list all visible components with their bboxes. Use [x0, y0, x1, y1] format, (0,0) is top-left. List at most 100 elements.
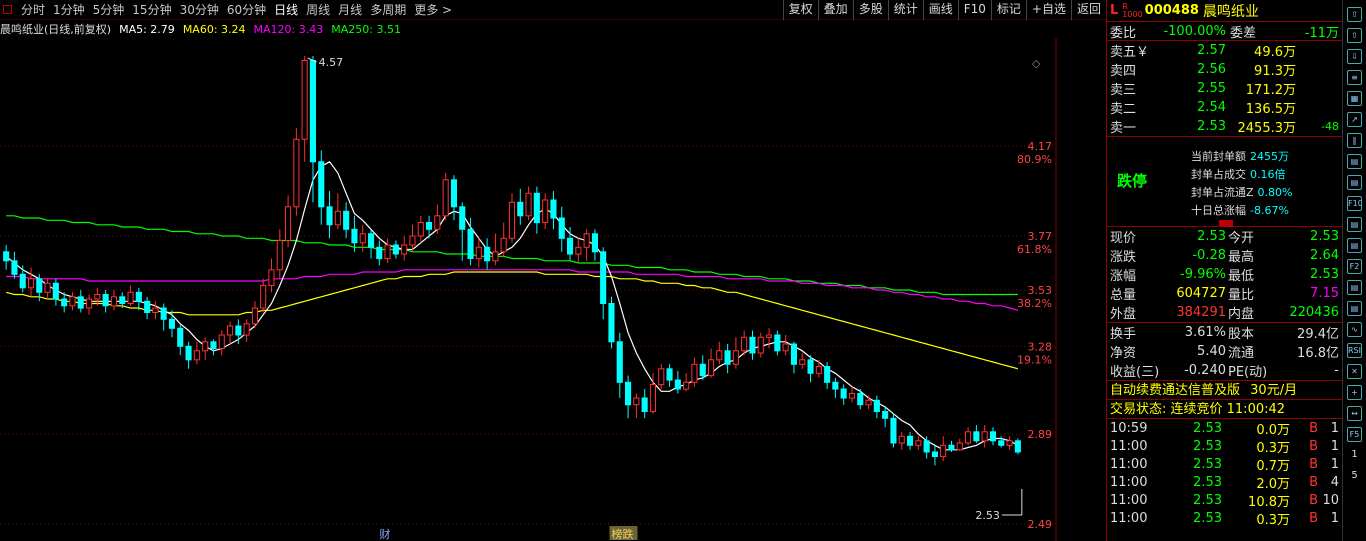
period-tab[interactable]: 分时	[17, 1, 49, 18]
candle-up	[782, 343, 789, 352]
doc-icon[interactable]: ▤	[1347, 280, 1362, 295]
candle-up	[276, 240, 283, 271]
candle-up	[981, 431, 988, 442]
tool-button[interactable]: 画线	[922, 0, 958, 20]
tick-count: 1	[1330, 456, 1339, 472]
period-tab[interactable]: 周线	[302, 1, 334, 18]
candle-up	[268, 269, 275, 287]
period-tab[interactable]: 30分钟	[176, 1, 223, 18]
candle-down	[567, 237, 574, 255]
candle-up	[500, 237, 507, 253]
f10-icon[interactable]: F10	[1347, 196, 1362, 211]
ask-price[interactable]: 2.55	[1170, 81, 1226, 96]
tool-button[interactable]: 多股	[852, 0, 888, 20]
price-stats: 现价 2.53 今开 2.53 涨跌 -0.28 最高 2.64 涨幅 -9.96% 最低 2.53 总…	[1107, 227, 1342, 323]
candle-down	[989, 431, 997, 442]
tick-time: 11:00	[1110, 474, 1148, 490]
high-label: 4.57	[319, 56, 344, 69]
doc-icon[interactable]: ▤	[1347, 154, 1362, 169]
tick-side: B	[1309, 456, 1318, 472]
f5-icon[interactable]: F5	[1347, 427, 1362, 442]
candle-up	[633, 397, 640, 406]
tick-side: B	[1309, 510, 1318, 526]
rsi-icon[interactable]: RSI	[1347, 343, 1362, 358]
candle-up	[94, 294, 101, 300]
page-number[interactable]: 1	[1347, 448, 1362, 463]
candle-down	[533, 192, 540, 224]
up-arrow-icon[interactable]: ⇧	[1347, 28, 1362, 43]
trend-icon[interactable]: ↗	[1347, 112, 1362, 127]
doc-icon[interactable]: ▤	[1347, 217, 1362, 232]
event-marker[interactable]: 财	[379, 527, 390, 541]
wave-icon[interactable]: ∿	[1347, 322, 1362, 337]
candle-down	[19, 273, 26, 289]
candle-up	[716, 350, 723, 361]
tick-row: 11:00 2.53 0.7万 B 1	[1107, 455, 1342, 474]
period-tab[interactable]: 日线	[270, 1, 302, 18]
ask-price[interactable]: 2.53	[1170, 119, 1226, 134]
price-tick: 4.17	[1028, 140, 1053, 153]
stat-row: 涨跌 -0.28 最高 2.64	[1107, 246, 1342, 265]
weibi-value: -100.00%	[1163, 23, 1226, 39]
candle-up	[815, 366, 822, 374]
tool-button[interactable]: +自选	[1025, 0, 1071, 20]
tick-price: 2.53	[1193, 474, 1222, 490]
tool-button[interactable]: 复权	[782, 0, 818, 20]
stat-value: 16.8亿	[1297, 346, 1339, 361]
stat-value: 2.64	[1310, 248, 1339, 263]
cross-icon[interactable]: ✕	[1347, 364, 1362, 379]
event-marker[interactable]: 榜跌	[612, 527, 634, 541]
candle-down	[998, 440, 1005, 446]
f2-icon[interactable]: F2	[1347, 259, 1362, 274]
ask-label: 卖一	[1110, 121, 1137, 136]
period-tab[interactable]: 5分钟	[89, 1, 129, 18]
doc-icon[interactable]: ▤	[1347, 175, 1362, 190]
r-badge: R 1000	[1122, 1, 1143, 19]
candle-icon[interactable]: ‖	[1347, 133, 1362, 148]
tick-row: 11:00 2.53 10.8万 B 10	[1107, 491, 1342, 510]
plus-icon[interactable]: +	[1347, 385, 1362, 400]
tool-button[interactable]: 标记	[990, 0, 1026, 20]
candle-down	[210, 341, 217, 349]
tool-button[interactable]: F10	[957, 0, 991, 20]
candle-up	[799, 359, 806, 365]
tool-button[interactable]: 叠加	[817, 0, 853, 20]
period-tab[interactable]: 多周期	[366, 1, 410, 18]
weicha-label: 委差	[1230, 25, 1257, 41]
period-tab[interactable]: 月线	[334, 1, 366, 18]
tick-list[interactable]: 10:59 2.53 0.0万 B 1 11:00 2.53 0.3万 B 1 11:00 2.53 0…	[1107, 419, 1342, 528]
ask-price[interactable]: 2.57	[1170, 43, 1226, 58]
period-tab[interactable]: 1分钟	[49, 1, 89, 18]
chart-title[interactable]: 晨鸣纸业(日线,前复权)	[0, 21, 111, 37]
doc-icon[interactable]: ▤	[1347, 301, 1362, 316]
up-arrow-icon[interactable]: ⇧	[1347, 7, 1362, 22]
period-tab[interactable]: 更多 >	[410, 1, 456, 18]
ask-price[interactable]: 2.56	[1170, 62, 1226, 77]
tool-button[interactable]: 返回	[1070, 0, 1106, 20]
promo-price: 30元/月	[1250, 383, 1298, 398]
candle-down	[119, 296, 126, 304]
promo-banner[interactable]: 自动续费通达信普及版 30元/月	[1107, 381, 1342, 400]
down-arrow-icon[interactable]: ⇩	[1347, 49, 1362, 64]
tick-price: 2.53	[1193, 492, 1222, 508]
page-number[interactable]: 5	[1347, 469, 1362, 484]
collapse-icon[interactable]	[1219, 220, 1233, 227]
ask-change: -48	[1321, 120, 1339, 133]
tick-side: B	[1309, 438, 1318, 454]
doc-icon[interactable]: ▤	[1347, 238, 1362, 253]
ask-price[interactable]: 2.54	[1170, 100, 1226, 115]
list-icon[interactable]: ≡	[1347, 70, 1362, 85]
ma-legend: 晨鸣纸业(日线,前复权) MA5: 2.79 MA60: 3.24 MA120:…	[0, 20, 1056, 38]
period-tab[interactable]: 15分钟	[128, 1, 175, 18]
pct-tick: 61.8%	[1017, 243, 1052, 256]
stat-row: 外盘 384291 内盘 220436	[1107, 303, 1342, 322]
stat-label: 涨跌	[1110, 250, 1137, 265]
tool-buttons: 复权 叠加 多股 统计 画线 F10 标记 +自选 返回	[782, 0, 1106, 20]
grid-icon[interactable]: ▦	[1347, 91, 1362, 106]
split-icon[interactable]: ↔	[1347, 406, 1362, 421]
candle-up	[285, 206, 292, 242]
kline-chart[interactable]: 4.1780.9% 3.7761.8% 3.5338.2% 3.2819.1% 2.89…	[0, 38, 1106, 541]
tool-button[interactable]: 统计	[887, 0, 923, 20]
window-icon[interactable]	[3, 5, 12, 14]
period-tab[interactable]: 60分钟	[223, 1, 270, 18]
